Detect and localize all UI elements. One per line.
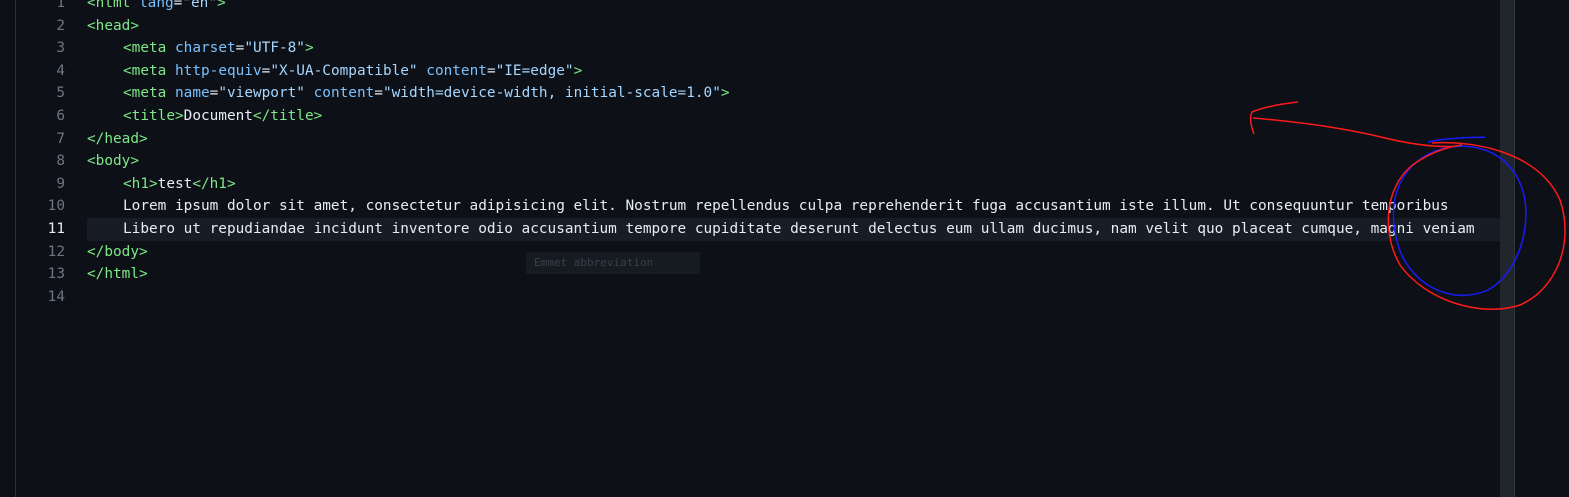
attr-value: "X-UA-Compatible"	[270, 62, 418, 79]
tag-close: >	[720, 85, 730, 102]
paragraph-text: Libero ut repudiandae incidunt inventore…	[123, 221, 1475, 237]
code-line-9[interactable]: <h1>test</h1>	[87, 173, 236, 196]
attr-value: "IE=edge"	[495, 62, 574, 79]
code-line-4[interactable]: <meta http-equiv="X-UA-Compatible" conte…	[87, 60, 582, 83]
line-number: 13	[47, 266, 65, 283]
code-line-8[interactable]: <body>	[87, 150, 139, 173]
scrollbar-divider	[1514, 0, 1515, 497]
equals: =	[374, 85, 383, 102]
tag-open: <meta	[123, 62, 167, 79]
vertical-scrollbar[interactable]	[1500, 0, 1514, 497]
attr-name: content	[426, 62, 487, 79]
code-editor[interactable]: 1 2 3 4 5 6 7 8 9 10 11 12 13 14 <html l…	[0, 0, 1569, 497]
attr-name: charset	[175, 40, 236, 57]
tag-name: html	[95, 0, 131, 11]
tag-close: >	[304, 40, 314, 57]
code-line-1[interactable]: <html lang="en">	[87, 0, 226, 15]
line-number: 7	[56, 130, 65, 147]
tag-close: </title>	[252, 108, 323, 124]
attr-name: content	[313, 85, 375, 102]
code-line-10[interactable]: Lorem ipsum dolor sit amet, consectetur …	[87, 195, 1449, 218]
element-text: Document	[183, 108, 253, 124]
attr-name: http-equiv	[175, 62, 262, 79]
line-number-gutter: 1 2 3 4 5 6 7 8 9 10 11 12 13 14	[16, 0, 70, 497]
tag: <body>	[87, 153, 139, 170]
line-number: 10	[47, 198, 65, 215]
attr-value: "en"	[182, 0, 217, 11]
equals: =	[486, 62, 496, 79]
line-number: 14	[47, 288, 65, 305]
attr-name: lang	[139, 0, 174, 11]
line-number: 12	[47, 243, 65, 260]
code-area[interactable]: <html lang="en"> <head> <meta charset="U…	[87, 0, 1500, 497]
tag-open: <h1>	[123, 175, 158, 192]
equals: =	[261, 62, 271, 79]
tag: </html>	[87, 266, 148, 283]
code-line-2[interactable]: <head>	[87, 15, 139, 38]
tag-open: <	[87, 0, 96, 11]
element-text: test	[157, 175, 193, 192]
attr-name: name	[175, 85, 210, 102]
line-number-active: 11	[47, 221, 65, 237]
tag: <head>	[87, 17, 139, 34]
attr-value: "width=device-width, initial-scale=1.0"	[382, 85, 721, 102]
line-number: 4	[56, 62, 65, 79]
code-line-7[interactable]: </head>	[87, 128, 148, 151]
code-line-6[interactable]: <title>Document</title>	[87, 105, 322, 128]
line-number: 8	[56, 153, 65, 170]
tag-close: >	[216, 0, 226, 11]
hover-hint-tooltip: Emmet abbreviation	[526, 252, 700, 274]
tag-close: </h1>	[192, 175, 236, 192]
tag-close: >	[573, 62, 583, 79]
code-line-12[interactable]: </body>	[87, 241, 148, 264]
line-number: 2	[56, 17, 65, 34]
paragraph-text: Lorem ipsum dolor sit amet, consectetur …	[123, 198, 1449, 215]
line-number: 5	[56, 85, 65, 102]
line-number: 9	[56, 175, 65, 192]
code-line-5[interactable]: <meta name="viewport" content="width=dev…	[87, 82, 730, 105]
tag: </head>	[87, 130, 148, 147]
tag-open: <meta	[123, 85, 167, 102]
attr-value: "viewport"	[218, 85, 305, 102]
attr-value: "UTF-8"	[244, 40, 305, 57]
tag: </body>	[87, 243, 148, 260]
line-number: 6	[56, 108, 65, 124]
code-line-11-current[interactable]: Libero ut repudiandae incidunt inventore…	[87, 218, 1500, 241]
code-line-3[interactable]: <meta charset="UTF-8">	[87, 37, 314, 60]
code-line-13[interactable]: </html>	[87, 263, 148, 286]
line-number: 3	[56, 40, 65, 57]
line-number: 1	[56, 0, 65, 11]
tag-open: <meta	[123, 40, 167, 57]
tag-open: <title>	[123, 108, 184, 124]
